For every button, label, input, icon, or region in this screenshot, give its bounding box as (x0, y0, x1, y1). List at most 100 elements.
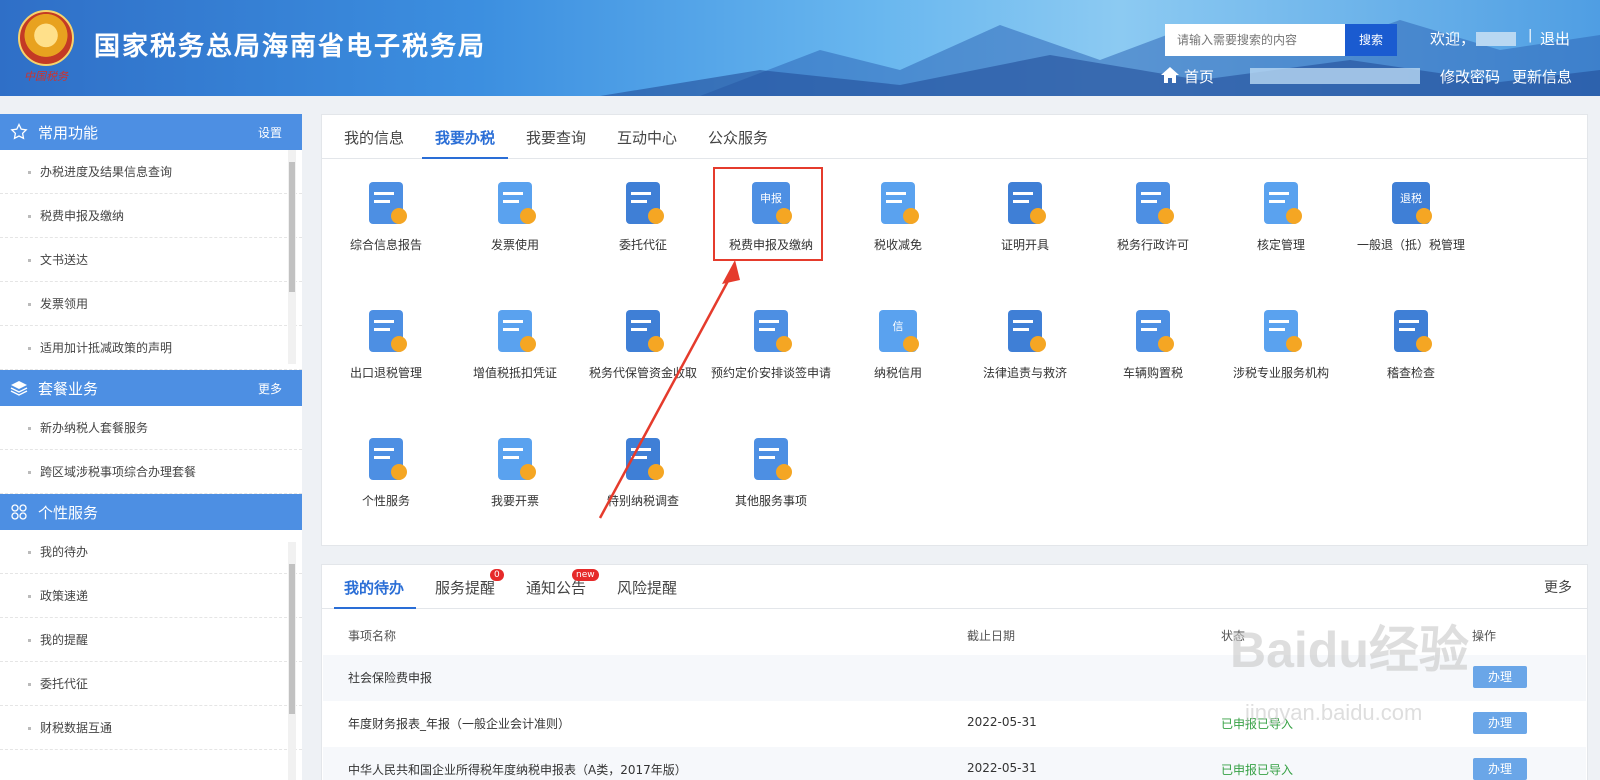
scrollbar[interactable] (288, 150, 296, 364)
calendar-clock-icon[interactable] (744, 304, 798, 358)
service-item[interactable]: 信纳税信用 (833, 304, 963, 382)
tab-tax-handling[interactable]: 我要办税 (435, 127, 495, 148)
service-item[interactable]: 出口退税管理 (321, 304, 451, 382)
sidebar-item[interactable]: 税费申报及缴纳 (0, 194, 302, 238)
service-label: 个性服务 (361, 494, 410, 508)
binders-icon[interactable] (1126, 176, 1180, 230)
sidebar-item[interactable]: 我的待办 (0, 530, 302, 574)
handle-button[interactable]: 办理 (1473, 712, 1527, 734)
legal-person-icon[interactable] (998, 304, 1052, 358)
service-label: 税务行政许可 (1116, 238, 1189, 252)
service-label: 增值税抵扣凭证 (472, 366, 557, 380)
sidebar-item[interactable]: 发票领用 (0, 282, 302, 326)
printer-icon[interactable] (488, 176, 542, 230)
home-link[interactable]: 首页 (1184, 66, 1214, 87)
section-title: 个性服务 (38, 504, 99, 522)
icon-glyph-text: 退税 (1400, 191, 1422, 205)
more-link[interactable]: 更多 (258, 380, 282, 397)
sidebar-item[interactable]: 委托代征 (0, 662, 302, 706)
todo-tabs: 我的待办 服务提醒 0 通知公告 new 风险提醒 更多 (322, 565, 1587, 609)
tab-my-info[interactable]: 我的信息 (344, 127, 404, 148)
service-item[interactable]: 我要开票 (450, 432, 580, 510)
tab-my-todo[interactable]: 我的待办 (344, 577, 404, 598)
tab-public-service[interactable]: 公众服务 (708, 127, 768, 148)
certificate-icon[interactable] (998, 176, 1052, 230)
home-icon[interactable] (1160, 66, 1180, 84)
active-tab-indicator (422, 157, 508, 159)
sidebar-item[interactable]: 政策速递 (0, 574, 302, 618)
service-item[interactable]: 发票使用 (450, 176, 580, 254)
section-header-personal: 个性服务 (0, 494, 302, 530)
report-icon[interactable] (359, 176, 413, 230)
todo-more-link[interactable]: 更多 (1544, 577, 1572, 597)
invoice-screen-icon[interactable] (488, 432, 542, 486)
service-label: 我要开票 (490, 494, 539, 508)
row-status: 已申报已导入 (1221, 763, 1294, 777)
sidebar-item[interactable]: 财税数据互通 (0, 706, 302, 750)
tab-service-reminder[interactable]: 服务提醒 (435, 577, 495, 598)
sidebar-item[interactable]: 我的提醒 (0, 618, 302, 662)
grid-flower-icon (11, 504, 27, 520)
service-item[interactable]: 综合信息报告 (321, 176, 451, 254)
notice-new-badge: new (572, 569, 599, 581)
divider: | (1528, 28, 1533, 43)
sidebar-item[interactable]: 跨区域涉税事项综合办理套餐 (0, 450, 302, 494)
service-item[interactable]: 涉税专业服务机构 (1216, 304, 1346, 382)
service-item[interactable]: 核定管理 (1216, 176, 1346, 254)
welcome-text: 欢迎， (1430, 30, 1476, 48)
ship-icon[interactable] (359, 304, 413, 358)
clipboard-pen-icon[interactable] (1254, 176, 1308, 230)
tab-interaction[interactable]: 互动中心 (617, 127, 677, 148)
service-label: 核定管理 (1256, 238, 1305, 252)
search-button[interactable]: 搜索 (1345, 24, 1397, 56)
handle-button[interactable]: 办理 (1473, 758, 1527, 780)
table-row: 中华人民共和国企业所得税年度纳税申报表（A类，2017年版） 2022-05-3… (323, 747, 1586, 780)
sidebar-item[interactable]: 办税进度及结果信息查询 (0, 150, 302, 194)
service-item[interactable]: 车辆购置税 (1088, 304, 1218, 382)
service-item[interactable]: 税务行政许可 (1088, 176, 1218, 254)
service-item[interactable]: 个性服务 (321, 432, 451, 510)
personal-service-icon[interactable] (359, 432, 413, 486)
service-label: 出口退税管理 (349, 366, 422, 380)
monitor-chart-icon[interactable] (1384, 304, 1438, 358)
sidebar-list-package: 新办纳税人套餐服务 跨区域涉税事项综合办理套餐 (0, 406, 302, 494)
service-label: 车辆购置税 (1122, 366, 1183, 380)
vehicle-clipboard-icon[interactable] (1126, 304, 1180, 358)
row-name: 年度财务报表_年报（一般企业会计准则） (348, 717, 571, 731)
settings-link[interactable]: 设置 (258, 124, 282, 141)
sidebar-item[interactable]: 适用加计抵减政策的声明 (0, 326, 302, 370)
sidebar-item[interactable]: 新办纳税人套餐服务 (0, 406, 302, 450)
tab-risk-reminder[interactable]: 风险提醒 (617, 577, 677, 598)
service-item[interactable]: 证明开具 (960, 176, 1090, 254)
update-info-link[interactable]: 更新信息 (1512, 66, 1572, 87)
sidebar-item[interactable]: 文书送达 (0, 238, 302, 282)
tab-query[interactable]: 我要查询 (526, 127, 586, 148)
wallet-icon[interactable] (616, 176, 670, 230)
change-password-link[interactable]: 修改密码 (1440, 66, 1500, 87)
sidebar-list-common: 办税进度及结果信息查询 税费申报及缴纳 文书送达 发票领用 适用加计抵减政策的声… (0, 150, 302, 370)
highlight-annotation-box (713, 167, 823, 261)
refund-icon[interactable]: 退税 (1384, 176, 1438, 230)
scrollbar[interactable] (288, 542, 296, 780)
scroll-thumb[interactable] (289, 564, 295, 714)
handle-button[interactable]: 办理 (1473, 666, 1527, 688)
scroll-thumb[interactable] (289, 162, 295, 292)
tax-reduction-icon[interactable] (871, 176, 925, 230)
layers-icon (10, 381, 28, 396)
star-icon (10, 123, 28, 140)
service-item[interactable]: 委托代征 (578, 176, 708, 254)
row-date: 2022-05-31 (967, 715, 1037, 729)
search-input[interactable] (1165, 24, 1365, 56)
service-item[interactable]: 退税 一般退（抵）税管理 (1346, 176, 1476, 254)
service-item[interactable]: 稽查检查 (1346, 304, 1476, 382)
icon-glyph-text: 信 (893, 320, 904, 333)
logout-link[interactable]: 退出 (1540, 28, 1570, 49)
section-header-common: 常用功能 设置 (0, 114, 302, 150)
service-item[interactable]: 法律追责与救济 (960, 304, 1090, 382)
layers-doc-icon[interactable] (744, 432, 798, 486)
heart-hand-icon[interactable] (1254, 304, 1308, 358)
credit-shield-icon[interactable]: 信 (871, 304, 925, 358)
service-item[interactable]: 增值税抵扣凭证 (450, 304, 580, 382)
yen-voucher-icon[interactable] (488, 304, 542, 358)
service-item[interactable]: 税收减免 (833, 176, 963, 254)
